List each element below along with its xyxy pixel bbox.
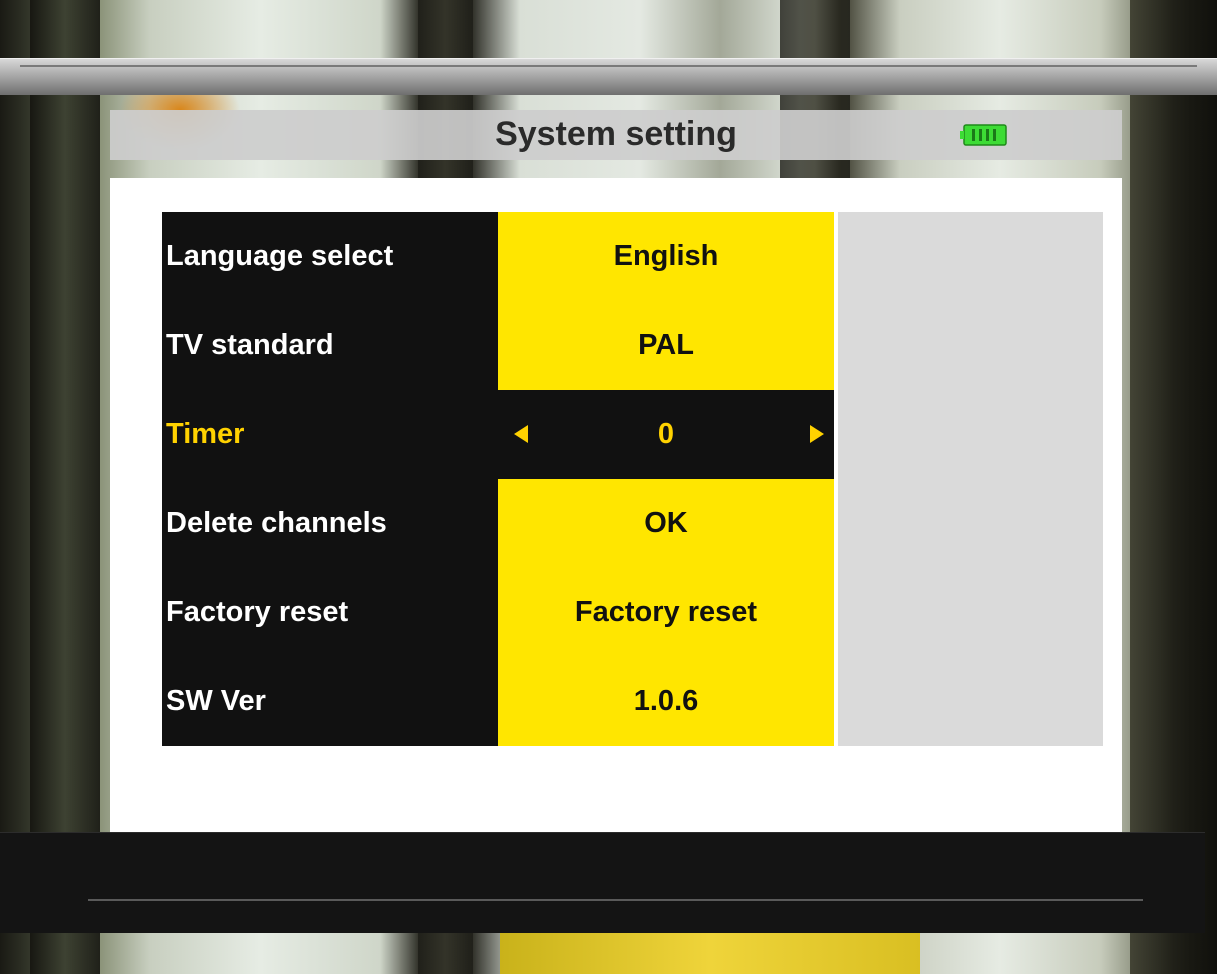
background-tree — [1130, 0, 1217, 974]
settings-panel: Language select English TV standard PAL … — [110, 178, 1122, 833]
setting-row-delete-channels[interactable]: Delete channels OK — [162, 479, 1103, 568]
setting-value[interactable]: PAL — [498, 301, 834, 390]
divider — [88, 899, 1143, 901]
setting-value[interactable]: OK — [498, 479, 834, 568]
setting-label: SW Ver — [166, 685, 266, 717]
setting-value[interactable]: Factory reset — [498, 568, 834, 657]
setting-row-sw-version: SW Ver 1.0.6 — [162, 657, 1103, 746]
background-object — [500, 930, 920, 974]
setting-label: Language select — [166, 240, 394, 272]
background-tree — [30, 0, 100, 974]
setting-label: Timer — [166, 418, 245, 450]
setting-label: Delete channels — [166, 507, 387, 539]
setting-value: 1.0.6 — [633, 685, 699, 717]
setting-row-timer[interactable]: Timer 0 — [162, 390, 1103, 479]
setting-value[interactable]: English — [498, 212, 834, 301]
setting-row-language[interactable]: Language select English — [162, 212, 1103, 301]
setting-row-factory-reset[interactable]: Factory reset Factory reset — [162, 568, 1103, 657]
setting-row-tv-standard[interactable]: TV standard PAL — [162, 301, 1103, 390]
setting-label: Factory reset — [166, 596, 349, 628]
battery-full-icon — [960, 124, 1007, 146]
title-bar: System setting — [110, 110, 1122, 160]
setting-label: TV standard — [166, 329, 334, 361]
bottom-info-bar — [0, 832, 1205, 933]
settings-grid: Language select English TV standard PAL … — [162, 212, 1103, 746]
arrow-right-icon[interactable] — [810, 425, 824, 443]
top-chrome-bar — [0, 58, 1217, 95]
setting-value[interactable]: 0 — [498, 390, 834, 479]
osd-screen: System setting Language select English T… — [0, 0, 1217, 974]
